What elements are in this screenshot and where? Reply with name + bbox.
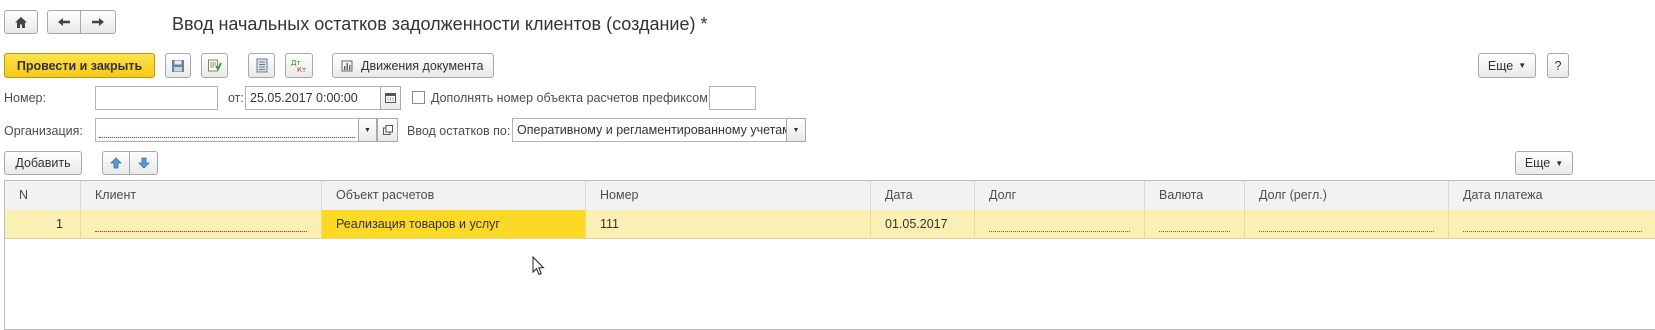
post-and-close-button[interactable]: Провести и закрыть [4, 53, 155, 78]
post-button[interactable] [201, 53, 228, 78]
move-down-button[interactable] [130, 151, 158, 175]
report-button[interactable] [248, 53, 275, 78]
table-more-label: Еще [1524, 156, 1551, 170]
balance-type-select[interactable]: Оперативному и регламентированному учета… [512, 118, 787, 142]
table-header: N Клиент Объект расчетов Номер Дата Долг… [5, 181, 1655, 211]
dt-kt-icon: Дт Кт [290, 58, 308, 73]
mouse-cursor-icon [532, 256, 545, 276]
cell-object[interactable]: Реализация товаров и услуг [322, 210, 586, 238]
column-header-object[interactable]: Объект расчетов [322, 181, 586, 210]
column-header-debt[interactable]: Долг [975, 181, 1145, 210]
move-up-icon [110, 157, 122, 169]
required-underline [1159, 231, 1230, 232]
chevron-down-icon: ▼ [1555, 158, 1564, 168]
cell-n[interactable]: 1 [5, 210, 81, 238]
forward-button[interactable] [81, 10, 116, 34]
document-movements-button[interactable]: Движения документа [332, 53, 494, 78]
more-label: Еще [1487, 58, 1514, 73]
forward-arrow-icon [91, 17, 105, 27]
document-movements-label: Движения документа [361, 58, 484, 73]
cell-client[interactable] [81, 210, 322, 238]
column-header-n[interactable]: N [5, 181, 81, 210]
post-icon [207, 58, 222, 73]
prefix-checkbox[interactable] [412, 91, 425, 104]
cell-debt[interactable] [975, 210, 1145, 238]
page-title: Ввод начальных остатков задолженности кл… [172, 14, 708, 34]
required-underline [1259, 231, 1434, 232]
movements-icon [341, 60, 353, 72]
column-header-currency[interactable]: Валюта [1145, 181, 1245, 210]
save-button[interactable] [165, 53, 191, 78]
cell-debt-reg[interactable] [1245, 210, 1449, 238]
save-icon [171, 59, 185, 73]
cell-currency[interactable] [1145, 210, 1245, 238]
organization-open-button[interactable] [377, 118, 398, 142]
column-header-date[interactable]: Дата [871, 181, 975, 210]
add-button[interactable]: Добавить [4, 151, 82, 175]
from-label: от: [228, 91, 244, 105]
balance-input-label: Ввод остатков по: [407, 124, 511, 138]
help-button[interactable]: ? [1547, 53, 1569, 78]
dropdown-arrow-icon: ▼ [792, 126, 800, 134]
move-down-icon [137, 157, 150, 169]
more-button[interactable]: Еще ▼ [1478, 53, 1536, 78]
required-underline [1463, 231, 1642, 232]
home-button[interactable] [4, 10, 38, 34]
column-header-pay-date[interactable]: Дата платежа [1449, 181, 1655, 210]
column-header-debt-reg[interactable]: Долг (регл.) [1245, 181, 1449, 210]
date-field[interactable]: 25.05.2017 0:00:00 [245, 86, 381, 110]
balance-type-dropdown-button[interactable]: ▼ [786, 118, 806, 142]
cell-date[interactable]: 01.05.2017 [871, 210, 975, 238]
back-button[interactable] [47, 10, 81, 34]
prefix-field[interactable] [709, 86, 756, 110]
open-icon [382, 125, 393, 135]
prefix-checkbox-label: Дополнять номер объекта расчетов префикс… [431, 91, 708, 105]
move-up-button[interactable] [102, 151, 130, 175]
report-icon [256, 58, 268, 73]
number-field[interactable] [95, 86, 218, 110]
table-more-button[interactable]: Еще ▼ [1515, 151, 1573, 175]
organization-dropdown-button[interactable]: ▼ [358, 118, 377, 142]
receivables-table: N Клиент Объект расчетов Номер Дата Долг… [4, 180, 1655, 330]
cell-number[interactable]: 111 [586, 210, 871, 238]
column-header-client[interactable]: Клиент [81, 181, 322, 210]
calendar-icon [385, 93, 396, 103]
table-row[interactable]: 1 Реализация товаров и услуг 111 01.05.2… [5, 210, 1655, 239]
dt-kt-button[interactable]: Дт Кт [285, 53, 313, 78]
required-underline [99, 137, 355, 138]
back-arrow-icon [57, 17, 71, 27]
chevron-down-icon: ▼ [1518, 61, 1527, 70]
calendar-button[interactable] [380, 86, 401, 110]
required-underline [95, 231, 307, 232]
home-icon [14, 16, 28, 29]
number-label: Номер: [4, 91, 46, 105]
organization-label: Организация: [4, 124, 83, 138]
required-underline [989, 231, 1130, 232]
organization-field[interactable] [95, 118, 359, 142]
column-header-number[interactable]: Номер [586, 181, 871, 210]
cell-pay-date[interactable] [1449, 210, 1655, 238]
dropdown-arrow-icon: ▼ [364, 126, 371, 134]
svg-text:Кт: Кт [297, 66, 306, 73]
